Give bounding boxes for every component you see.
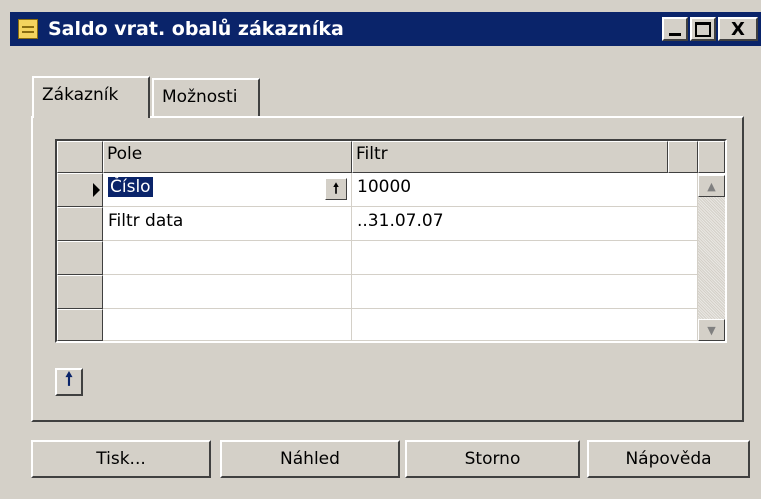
vertical-scrollbar[interactable]: ▲ ▼	[698, 175, 725, 341]
scroll-down-button[interactable]: ▼	[698, 319, 725, 341]
button-label: Nápověda	[625, 449, 712, 469]
scroll-up-button[interactable]: ▲	[698, 175, 725, 197]
row-header[interactable]	[57, 173, 103, 207]
up-arrow-icon: 🠕	[65, 369, 73, 390]
column-header-label: Filtr	[356, 144, 388, 164]
tab-moznosti[interactable]: Možnosti	[152, 78, 260, 118]
grid-cell-field[interactable]	[103, 309, 352, 341]
scrollbar-header	[698, 141, 725, 173]
current-row-icon	[93, 183, 100, 197]
row-header[interactable]	[57, 241, 103, 275]
tab-zakaznik[interactable]: Zákazník	[32, 76, 150, 118]
grid-cell-filter[interactable]: ..31.07.07	[352, 207, 698, 241]
column-header-blank	[668, 141, 698, 173]
row-header[interactable]	[57, 309, 103, 341]
column-header-filtr[interactable]: Filtr	[352, 141, 668, 173]
grid-cell-filter[interactable]	[352, 275, 698, 309]
column-header-label: Pole	[107, 144, 143, 164]
up-arrow-icon[interactable]: 🠕	[325, 178, 347, 200]
button-label: Náhled	[280, 449, 340, 469]
tab-label: Zákazník	[42, 85, 119, 105]
button-label: Tisk...	[96, 449, 146, 469]
help-button[interactable]: Nápověda	[587, 440, 750, 478]
grid-cell-field[interactable]	[103, 275, 352, 309]
grid-cell-field[interactable]: Filtr data	[103, 207, 352, 241]
close-icon: X	[731, 18, 745, 40]
print-button[interactable]: Tisk...	[31, 440, 211, 478]
field-value: Filtr data	[108, 211, 184, 231]
cancel-button[interactable]: Storno	[405, 440, 580, 478]
grid-corner	[57, 141, 103, 173]
window-title: Saldo vrat. obalů zákazníka	[48, 18, 344, 40]
button-label: Storno	[464, 449, 521, 469]
title-bar[interactable]: Saldo vrat. obalů zákazníka X	[10, 12, 761, 46]
dialog-window: Saldo vrat. obalů zákazníka X Zákazník M…	[0, 0, 761, 499]
preview-button[interactable]: Náhled	[220, 440, 400, 478]
field-value: Číslo	[108, 177, 153, 197]
row-header[interactable]	[57, 207, 103, 241]
minimize-icon	[669, 32, 681, 36]
tab-label: Možnosti	[162, 87, 238, 107]
row-header[interactable]	[57, 275, 103, 309]
lookup-button[interactable]: 🠕	[55, 368, 83, 396]
column-header-pole[interactable]: Pole	[103, 141, 352, 173]
grid-cell-filter[interactable]	[352, 309, 698, 341]
filter-value: 10000	[357, 177, 412, 197]
maximize-button[interactable]	[690, 17, 716, 41]
maximize-icon	[695, 21, 711, 37]
window-icon[interactable]	[18, 19, 38, 39]
grid-cell-filter[interactable]	[352, 241, 698, 275]
minimize-button[interactable]	[662, 17, 688, 41]
close-button[interactable]: X	[718, 17, 758, 41]
filter-value: ..31.07.07	[357, 211, 444, 231]
grid-cell-field[interactable]	[103, 241, 352, 275]
grid-cell-filter[interactable]: 10000	[352, 173, 698, 207]
grid-cell-field[interactable]: Číslo 🠕	[103, 173, 352, 207]
filter-grid[interactable]: Pole Filtr Číslo 🠕 10000 Filtr data ..31…	[55, 139, 727, 343]
